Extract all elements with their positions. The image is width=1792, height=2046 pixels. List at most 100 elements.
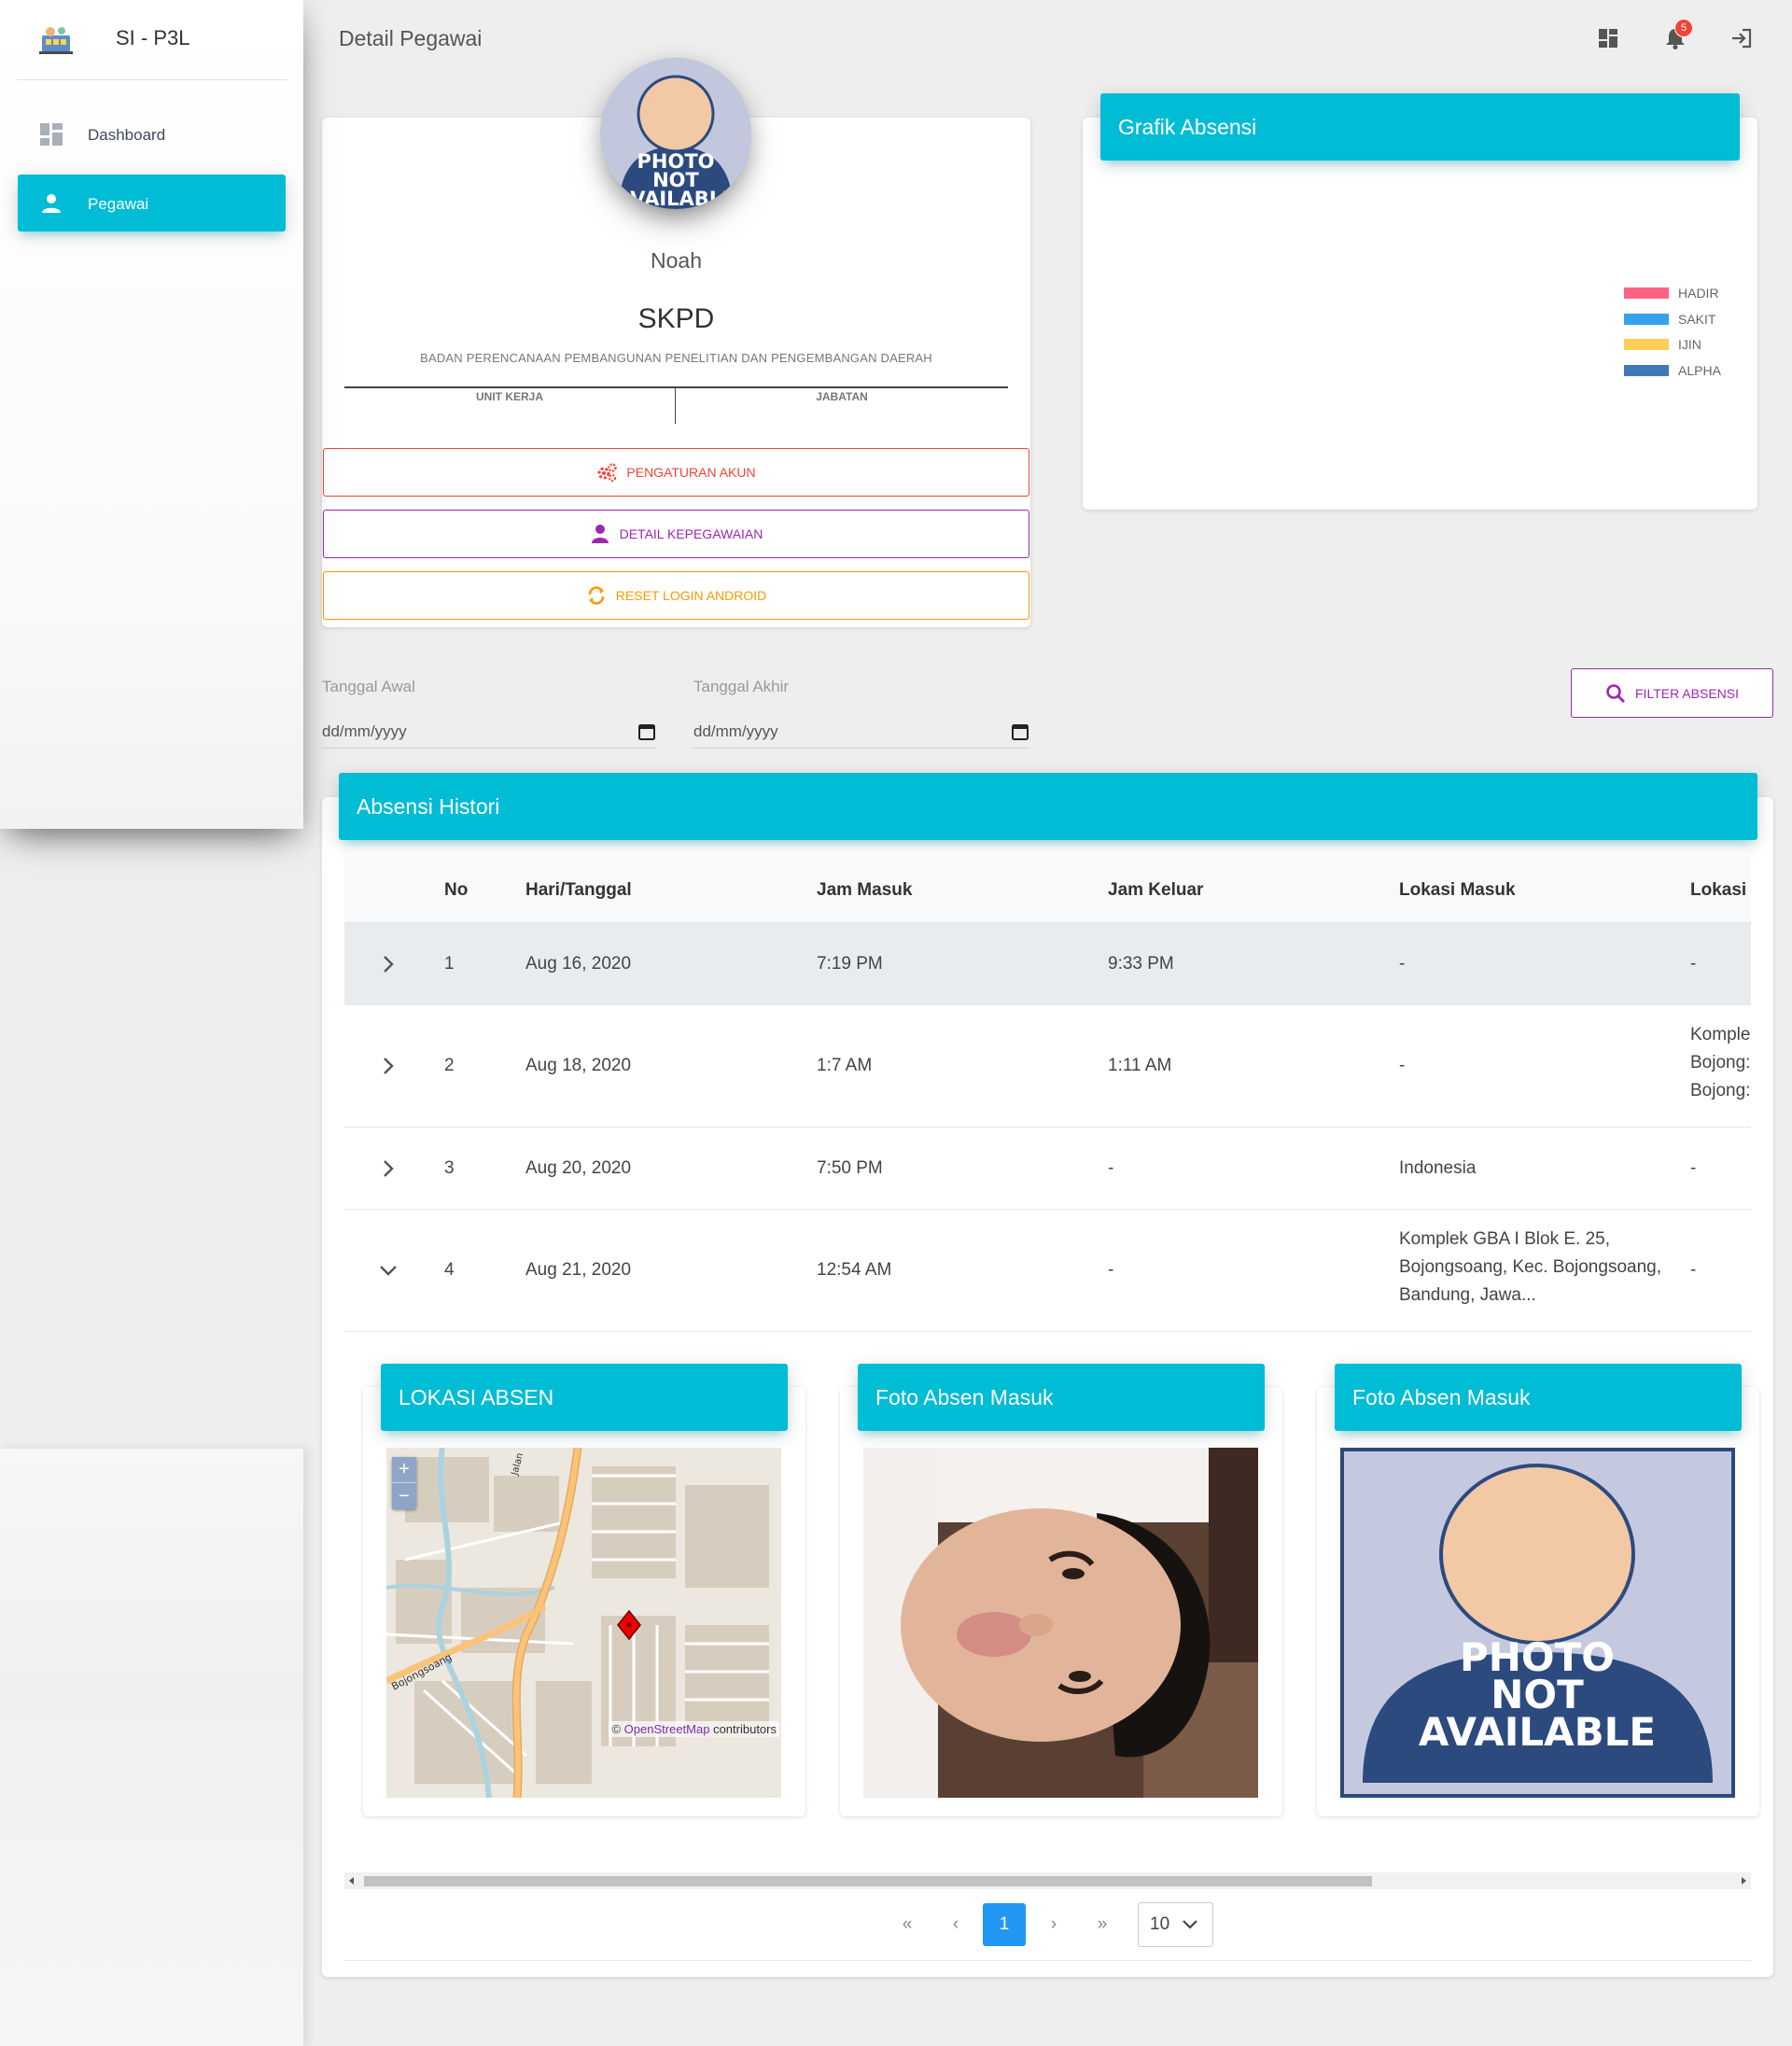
osm-link[interactable]: OpenStreetMap (624, 1722, 710, 1736)
logout-icon[interactable] (1729, 26, 1754, 50)
location-card-header: LOKASI ABSEN (381, 1364, 788, 1431)
unit-kerja-label: UNIT KERJA (475, 390, 543, 403)
photo-not-available-image: PHOTO NOT AVAILABLE (1344, 1451, 1731, 1794)
notification-badge: 5 (1674, 19, 1693, 37)
scroll-right-icon[interactable] (1740, 1877, 1747, 1885)
chevron-right-icon[interactable] (376, 1156, 400, 1181)
sidebar-item-pegawai[interactable]: Pegawai (18, 175, 286, 231)
refresh-icon (588, 586, 605, 605)
start-date-label: Tanggal Awal (322, 678, 415, 695)
chevron-down-icon[interactable] (376, 1258, 400, 1282)
page-size-value: 10 (1150, 1914, 1170, 1934)
scrollbar-thumb[interactable] (364, 1876, 1372, 1886)
first-page-button[interactable]: « (886, 1903, 929, 1946)
zoom-out-button[interactable]: − (392, 1483, 416, 1509)
legend-label: HADIR (1678, 286, 1719, 301)
page-1-button[interactable]: 1 (983, 1903, 1026, 1946)
sidebar-item-label: Dashboard (88, 126, 166, 144)
map-attribution: © OpenStreetMap contributors (609, 1721, 779, 1737)
cell-location-in: Komplek GBA I Blok E. 25, Bojongsoang, K… (1399, 1229, 1661, 1305)
employee-organization: BADAN PERENCANAAN PEMBANGUNAN PENELITIAN… (420, 351, 932, 365)
cell-location-out: - (1690, 954, 1697, 974)
last-page-button[interactable]: » (1081, 1903, 1124, 1946)
cell-time-out: 9:33 PM (1108, 954, 1174, 974)
end-date-input[interactable]: dd/mm/yyyy (693, 715, 1029, 749)
legend-swatch (1624, 287, 1669, 299)
column-header-location-in: Lokasi Masuk (1399, 880, 1516, 900)
column-header-time-out: Jam Keluar (1108, 880, 1204, 900)
account-settings-button[interactable]: PENGATURAN AKUN (323, 448, 1029, 497)
table-row[interactable]: 2 Aug 18, 2020 1:7 AM 1:11 AM - Komple B… (344, 1005, 1751, 1128)
end-date-label: Tanggal Akhir (693, 678, 790, 695)
chart-title: Grafik Absensi (1118, 114, 1257, 139)
chevron-right-icon[interactable] (376, 952, 400, 976)
gears-icon (597, 463, 618, 483)
user-icon (591, 525, 609, 543)
page-size-select[interactable]: 10 (1138, 1902, 1213, 1947)
jabatan-label: JABATAN (816, 390, 868, 403)
employee-name: Noah (651, 248, 702, 273)
button-label: RESET LOGIN ANDROID (615, 588, 767, 603)
photo-out-title: Foto Absen Masuk (1352, 1384, 1531, 1409)
brand: SI - P3L (17, 0, 287, 80)
cell-no: 4 (444, 1260, 455, 1280)
start-date-input[interactable]: dd/mm/yyyy (322, 715, 656, 749)
chevron-down-icon (1183, 1920, 1197, 1929)
chart-card-header: Grafik Absensi (1100, 93, 1740, 161)
dashboard-icon (40, 123, 63, 146)
photo-na-line3: AVAILABLE (1419, 1709, 1656, 1755)
table-row-expanded[interactable]: 4 Aug 21, 2020 12:54 AM - Komplek GBA I … (344, 1210, 1751, 1332)
page-title: Detail Pegawai (339, 26, 483, 50)
photo-in-card-header: Foto Absen Masuk (858, 1364, 1265, 1431)
cell-location-out: - (1690, 1158, 1697, 1178)
history-title: Absensi Histori (357, 793, 500, 819)
legend-item-alpha[interactable]: ALPHA (1624, 363, 1721, 378)
cell-time-in: 12:54 AM (817, 1260, 892, 1280)
end-date-value: dd/mm/yyyy (693, 722, 778, 740)
table-horizontal-scrollbar[interactable] (344, 1872, 1751, 1889)
column-header-date: Hari/Tanggal (525, 880, 632, 900)
legend-item-sakit[interactable]: SAKIT (1624, 312, 1715, 327)
photo-in-title: Foto Absen Masuk (875, 1384, 1054, 1409)
photo-not-available-image: PHOTO NOT AVAILABLE (600, 58, 751, 209)
cell-time-out: - (1108, 1158, 1114, 1178)
scroll-left-icon[interactable] (348, 1877, 356, 1885)
apps-grid-icon[interactable] (1596, 26, 1620, 50)
cell-location-in: Indonesia (1399, 1158, 1477, 1178)
location-card-title: LOKASI ABSEN (399, 1384, 554, 1409)
profile-avatar: PHOTO NOT AVAILABLE (600, 58, 751, 209)
reset-android-login-button[interactable]: RESET LOGIN ANDROID (323, 571, 1029, 620)
cell-location-out: - (1690, 1260, 1697, 1280)
divider (344, 386, 1008, 388)
legend-swatch (1624, 339, 1669, 350)
cell-no: 1 (444, 954, 455, 974)
cell-no: 2 (444, 1056, 455, 1075)
employment-detail-button[interactable]: DETAIL KEPEGAWAIAN (323, 510, 1029, 558)
filter-attendance-button[interactable]: FILTER ABSENSI (1571, 668, 1773, 718)
check-out-photo: PHOTO NOT AVAILABLE (1340, 1448, 1735, 1798)
legend-item-ijin[interactable]: IJIN (1624, 337, 1701, 352)
zoom-in-button[interactable]: + (392, 1457, 416, 1483)
calendar-icon[interactable] (637, 722, 656, 741)
location-map[interactable]: Bojongsoang Jalan + − © OpenStreetMap co… (386, 1448, 781, 1798)
cell-date: Aug 21, 2020 (525, 1260, 632, 1280)
divider (344, 1960, 1751, 1961)
table-row[interactable]: 3 Aug 20, 2020 7:50 PM - Indonesia - (344, 1128, 1751, 1210)
map-zoom-control: + − (392, 1457, 416, 1509)
legend-item-hadir[interactable]: HADIR (1624, 286, 1719, 301)
check-in-photo (863, 1448, 1258, 1798)
next-page-button[interactable]: › (1032, 1903, 1075, 1946)
sidebar: SI - P3L Dashboard Pegawai (0, 0, 303, 829)
sidebar-item-dashboard[interactable]: Dashboard (18, 105, 286, 162)
previous-page-button[interactable]: ‹ (934, 1903, 977, 1946)
search-icon (1606, 683, 1625, 703)
calendar-icon[interactable] (1011, 722, 1029, 741)
photo-out-card-header: Foto Absen Masuk (1335, 1364, 1742, 1431)
chevron-right-icon[interactable] (376, 1054, 400, 1078)
cell-time-in: 1:7 AM (817, 1056, 873, 1075)
table-row[interactable]: 1 Aug 16, 2020 7:19 PM 9:33 PM - - (344, 923, 1751, 1005)
cell-no: 3 (444, 1158, 455, 1178)
employee-skpd: SKPD (637, 303, 715, 334)
column-header-time-in: Jam Masuk (817, 880, 913, 900)
selfie-image (863, 1448, 1258, 1798)
